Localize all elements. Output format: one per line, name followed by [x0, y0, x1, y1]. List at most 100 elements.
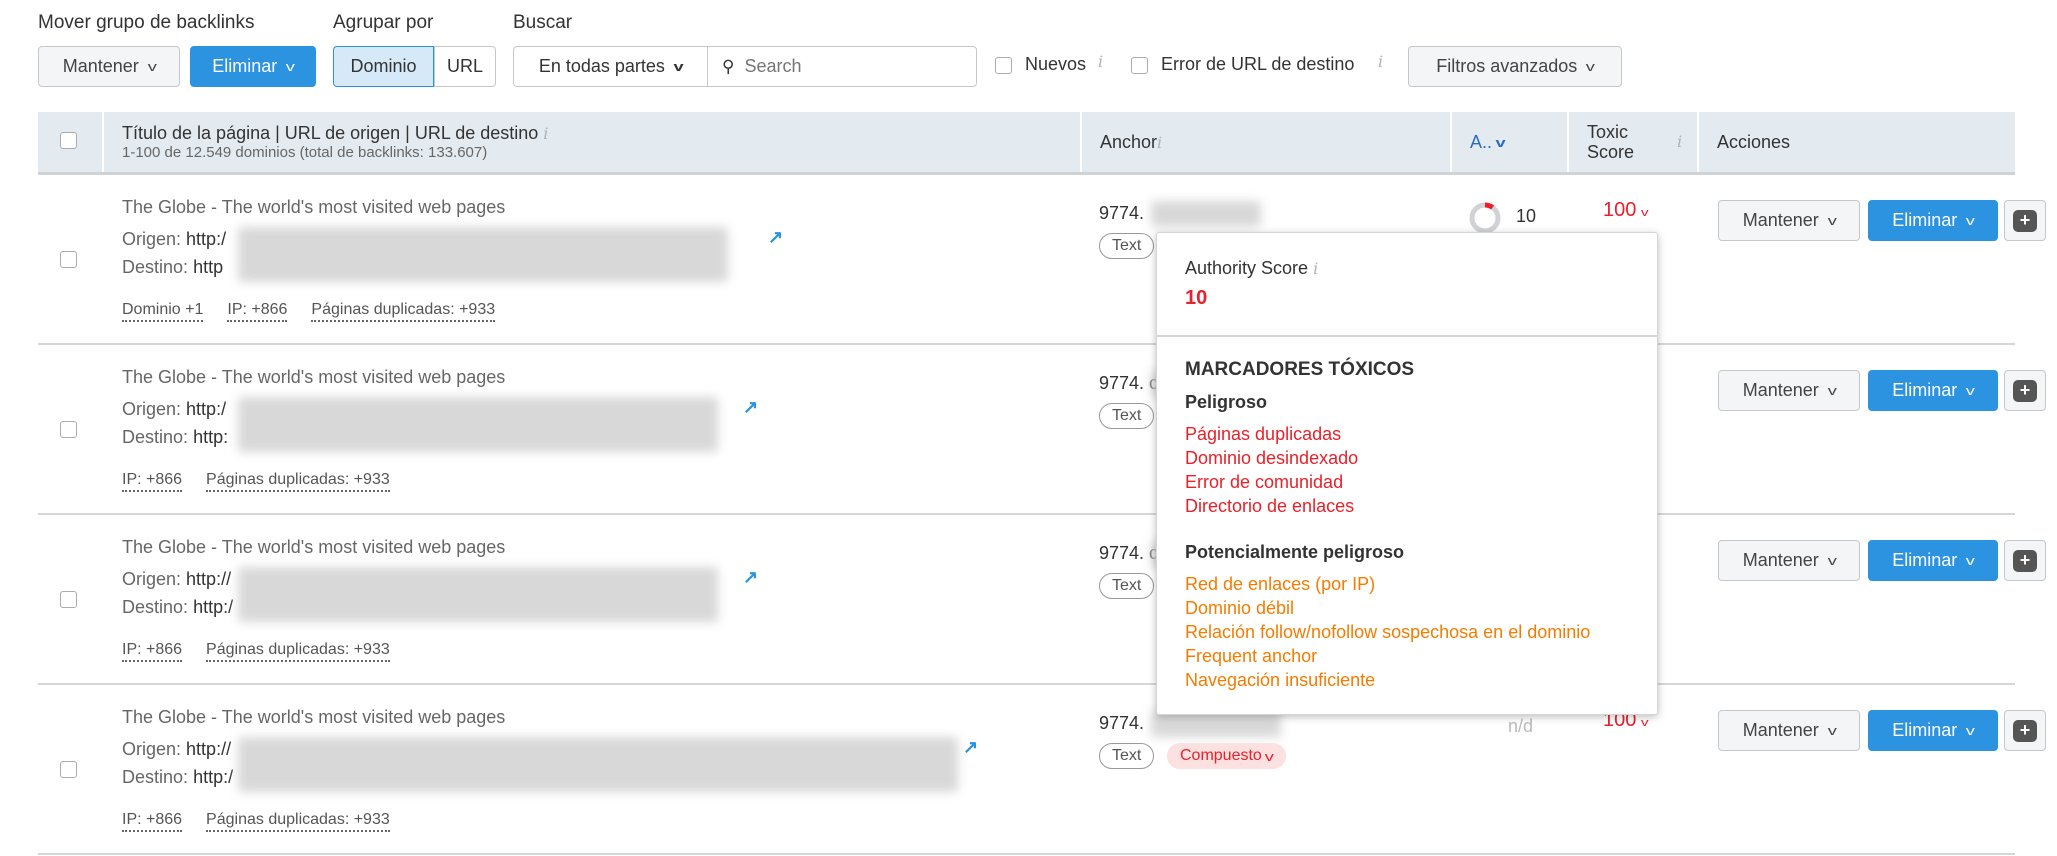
info-icon[interactable]: i: [1157, 133, 1162, 152]
dest-value: http:/: [193, 597, 234, 617]
page-title: The Globe - The world's most visited web…: [122, 707, 506, 727]
search-box[interactable]: ⚲: [707, 46, 977, 87]
row-checkbox[interactable]: [60, 761, 77, 778]
delete-group-button[interactable]: Eliminar v: [190, 46, 316, 87]
tag-link[interactable]: IP: +866: [122, 811, 183, 832]
delete-label: Eliminar: [1892, 550, 1958, 570]
tag-link[interactable]: Dominio +1: [122, 301, 204, 322]
external-link-icon[interactable]: ↗: [963, 737, 978, 758]
popup-as-value: 10: [1185, 287, 1208, 309]
col-authority-score[interactable]: A.. v: [1450, 112, 1567, 172]
potential-heading: Potencialmente peligroso: [1185, 542, 1405, 562]
col-anchor[interactable]: Anchor i: [1080, 112, 1450, 172]
row-checkbox[interactable]: [60, 251, 77, 268]
toxic-value: 100: [1603, 199, 1637, 221]
tag-link[interactable]: Páginas duplicadas: +933: [206, 641, 390, 662]
table-row: The Globe - The world's most visited web…: [38, 515, 2046, 685]
select-all-checkbox[interactable]: [60, 132, 77, 149]
external-link-icon[interactable]: ↗: [768, 227, 783, 248]
origin-url[interactable]: Origen: http:/: [122, 399, 226, 420]
info-icon[interactable]: i: [543, 124, 548, 143]
redacted-url: [238, 397, 718, 452]
chevron-down-icon: v: [1965, 723, 1976, 738]
keep-button[interactable]: Mantener v: [1718, 710, 1860, 751]
chevron-down-icon: v: [1640, 717, 1649, 729]
col-anchor-label: Anchor: [1100, 131, 1158, 152]
delete-button[interactable]: Eliminar v: [1868, 710, 1998, 751]
col-title: Título de la página | URL de origen | UR…: [102, 112, 1080, 172]
new-checkbox[interactable]: [995, 57, 1012, 74]
add-comment-button[interactable]: +: [2004, 200, 2046, 241]
redacted-url: [238, 737, 958, 792]
tag-link[interactable]: IP: +866: [122, 641, 183, 662]
dest-label: Destino:: [122, 767, 189, 787]
table-row: The Globe - The world's most visited web…: [38, 175, 2046, 345]
table-header: Título de la página | URL de origen | UR…: [38, 112, 2015, 175]
info-icon[interactable]: i: [1378, 52, 1383, 71]
keep-label: Mantener: [1742, 720, 1819, 740]
row-checkbox[interactable]: [60, 421, 77, 438]
delete-label: Eliminar: [1892, 720, 1958, 740]
add-comment-button[interactable]: +: [2004, 710, 2046, 751]
search-input[interactable]: [744, 56, 945, 77]
keep-button[interactable]: Mantener v: [1718, 370, 1860, 411]
group-url-toggle[interactable]: URL: [434, 46, 496, 87]
col-title-label: Título de la página | URL de origen | UR…: [122, 123, 539, 143]
info-icon[interactable]: i: [1098, 52, 1103, 71]
toxic-score[interactable]: 100 v: [1603, 199, 1649, 222]
comment-plus-icon: +: [2013, 549, 2037, 572]
keep-button[interactable]: Mantener v: [1718, 200, 1860, 241]
compound-badge[interactable]: Compuesto v: [1167, 743, 1286, 769]
toxic-marker: Error de comunidad: [1185, 472, 1344, 492]
table-row: The Globe - The world's most visited web…: [38, 685, 2046, 855]
tag-link[interactable]: Páginas duplicadas: +933: [206, 811, 390, 832]
col-toxic-score[interactable]: Toxic Score i: [1567, 112, 1697, 172]
delete-button[interactable]: Eliminar v: [1868, 200, 1998, 241]
search-scope-select[interactable]: En todas partes v: [513, 46, 708, 87]
dest-error-checkbox[interactable]: [1131, 57, 1148, 74]
delete-button[interactable]: Eliminar v: [1868, 540, 1998, 581]
destination-url[interactable]: Destino: http:/: [122, 767, 233, 788]
authority-score-donut: [1469, 202, 1501, 234]
tag-link[interactable]: Páginas duplicadas: +933: [311, 301, 496, 322]
authority-score-value: n/d: [1508, 716, 1534, 736]
keep-group-button[interactable]: Mantener v: [38, 46, 180, 87]
origin-label: Origen:: [122, 399, 182, 419]
redacted-anchor: [1151, 201, 1261, 227]
tag-link[interactable]: Páginas duplicadas: +933: [206, 471, 390, 492]
dest-value: http: [193, 257, 224, 277]
comment-plus-icon: +: [2013, 719, 2037, 742]
origin-url[interactable]: Origen: http://: [122, 739, 231, 760]
origin-url[interactable]: Origen: http:/: [122, 229, 226, 250]
anchor-text: 9774.: [1099, 203, 1145, 223]
delete-button[interactable]: Eliminar v: [1868, 370, 1998, 411]
anchor-text: 9774. c: [1099, 373, 1159, 393]
external-link-icon[interactable]: ↗: [743, 567, 758, 588]
toxic-marker: Páginas duplicadas: [1185, 424, 1342, 444]
page-title: The Globe - The world's most visited web…: [122, 367, 506, 387]
origin-label: Origen:: [122, 569, 182, 589]
external-link-icon[interactable]: ↗: [743, 397, 758, 418]
advanced-filters-button[interactable]: Filtros avanzados v: [1408, 46, 1622, 87]
add-comment-button[interactable]: +: [2004, 540, 2046, 581]
search-icon: ⚲: [722, 56, 735, 76]
dangerous-heading: Peligroso: [1185, 392, 1268, 412]
search-label: Buscar: [513, 12, 573, 33]
origin-value: http://: [186, 569, 232, 589]
popup-title: Authority Score: [1185, 258, 1309, 278]
group-domain-toggle[interactable]: Dominio: [333, 46, 434, 87]
destination-url[interactable]: Destino: http: [122, 257, 223, 278]
row-checkbox[interactable]: [60, 591, 77, 608]
origin-url[interactable]: Origen: http://: [122, 569, 231, 590]
add-comment-button[interactable]: +: [2004, 370, 2046, 411]
tag-link[interactable]: IP: +866: [227, 301, 288, 322]
info-icon[interactable]: i: [1313, 259, 1318, 278]
tag-link[interactable]: IP: +866: [122, 471, 183, 492]
destination-url[interactable]: Destino: http:/: [122, 597, 233, 618]
redacted-url: [238, 567, 718, 622]
destination-url[interactable]: Destino: http:: [122, 427, 228, 448]
keep-button[interactable]: Mantener v: [1718, 540, 1860, 581]
info-icon[interactable]: i: [1677, 132, 1682, 152]
delete-label: Eliminar: [212, 56, 278, 76]
col-title-sub: 1-100 de 12.549 dominios (total de backl…: [122, 144, 488, 161]
